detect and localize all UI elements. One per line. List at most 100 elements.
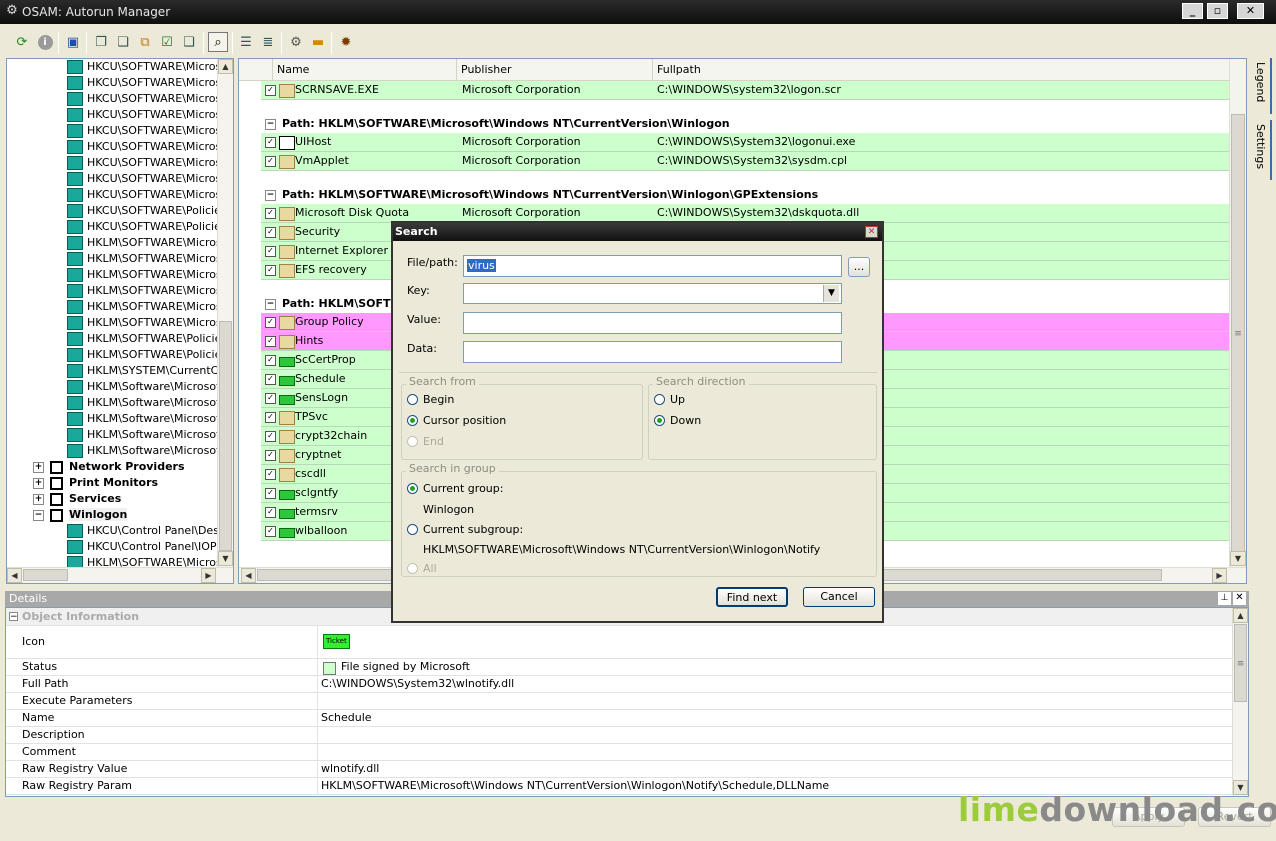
scroll-up-button[interactable]: ▲	[1233, 608, 1248, 623]
radio-all[interactable]	[407, 563, 418, 574]
tree-item[interactable]: HKCU\SOFTWARE\Microso	[7, 171, 228, 187]
tree-item[interactable]: HKLM\SOFTWARE\Microso	[7, 283, 228, 299]
tree-item[interactable]: HKCU\SOFTWARE\Microso	[7, 91, 228, 107]
tree-item[interactable]: HKCU\SOFTWARE\Microso	[7, 139, 228, 155]
maximize-button[interactable]: ▫	[1207, 3, 1228, 19]
checkbox-checked[interactable]: ✓	[265, 246, 276, 257]
key-combobox[interactable]: ▼	[463, 283, 842, 304]
radio-current-group[interactable]	[407, 483, 418, 494]
tree-vscrollbar[interactable]: ▲ ▼	[217, 59, 233, 567]
radio-end[interactable]	[407, 436, 418, 447]
search-icon[interactable]: ⌕	[208, 32, 228, 52]
checkbox-checked[interactable]: ✓	[265, 227, 276, 238]
tree-item[interactable]: HKCU\SOFTWARE\Microso	[7, 75, 228, 91]
grid-row[interactable]: ✓ VmApplet Microsoft Corporation C:\WINDOWS…	[261, 152, 1230, 171]
column-publisher[interactable]: Publisher	[457, 59, 653, 80]
checkbox-checked[interactable]: ✓	[265, 336, 276, 347]
tree-hscrollbar[interactable]: ◀ ▶	[7, 567, 233, 583]
tree-item[interactable]: HKLM\SOFTWARE\Policies\	[7, 347, 231, 363]
details-row[interactable]: Status File signed by Microsoft	[6, 659, 1232, 676]
tree-item[interactable]: HKCU\SOFTWARE\Policies'	[7, 203, 230, 219]
tree-item[interactable]: HKLM\SOFTWARE\Microso	[7, 299, 228, 315]
checkbox-checked[interactable]: ✓	[265, 450, 276, 461]
tree-item[interactable]: HKLM\Software\Microsoft\	[7, 427, 228, 443]
tab-settings[interactable]: Settings	[1250, 120, 1272, 180]
pin-icon[interactable]: ⊥	[1218, 592, 1231, 605]
tree-item[interactable]: HKCU\SOFTWARE\Policies'	[7, 219, 230, 235]
gear-icon[interactable]: ✹	[336, 32, 356, 52]
tree-item[interactable]: HKLM\SYSTEM\CurrentCor	[7, 363, 230, 379]
save-icon[interactable]: ▣	[63, 32, 83, 52]
tree-item[interactable]: HKLM\Software\Microsoft\	[7, 395, 228, 411]
checkbox-checked[interactable]: ✓	[265, 507, 276, 518]
radio-down[interactable]	[654, 415, 665, 426]
data-input[interactable]	[463, 341, 842, 363]
grid-row[interactable]: ✓ SCRNSAVE.EXE Microsoft Corporation C:\WIN…	[261, 81, 1230, 100]
collapse-icon[interactable]: −	[265, 119, 276, 130]
tree-item[interactable]: HKLM\Software\Microsoft\	[7, 379, 228, 395]
tree-item[interactable]: HKCU\SOFTWARE\Microso	[7, 123, 228, 139]
tree-group[interactable]: + Print Monitors	[7, 475, 217, 491]
checkbox-checked[interactable]: ✓	[265, 393, 276, 404]
check-icon[interactable]: ☑	[157, 32, 177, 52]
minimize-button[interactable]: _	[1182, 3, 1203, 19]
checkbox-checked[interactable]: ✓	[265, 374, 276, 385]
expand-icon[interactable]: +	[33, 493, 44, 505]
group-path-header[interactable]: − Path: HKLM\SOFTWARE\Microsoft\Windows N…	[261, 185, 1230, 205]
checkbox-checked[interactable]: ✓	[265, 431, 276, 442]
file-path-input[interactable]: virus	[463, 255, 842, 277]
checkbox-checked[interactable]: ✓	[265, 412, 276, 423]
checkbox-checked[interactable]: ✓	[265, 208, 276, 219]
chevron-down-icon[interactable]: ▼	[823, 285, 839, 302]
checkbox-checked[interactable]: ✓	[265, 265, 276, 276]
details-row[interactable]: Full Path C:\WINDOWS\System32\wlnotify.dl…	[6, 676, 1232, 693]
radio-cursor-position[interactable]	[407, 415, 418, 426]
checkbox-checked[interactable]: ✓	[265, 85, 276, 96]
refresh-icon[interactable]: ⟳	[12, 32, 32, 52]
scroll-down-button[interactable]: ▼	[1230, 551, 1246, 566]
tree-item[interactable]: HKLM\SOFTWARE\Microso	[7, 315, 228, 331]
tree-item[interactable]: HKCU\SOFTWARE\Microso	[7, 107, 228, 123]
expand-icon[interactable]: +	[33, 477, 44, 489]
collapse-icon[interactable]: −	[265, 190, 276, 201]
list-icon[interactable]: ☰	[236, 32, 256, 52]
dialog-close-button[interactable]: ✕	[865, 226, 878, 238]
tree-item[interactable]: HKCU\Control Panel\Deskt	[7, 523, 230, 539]
tree-group[interactable]: + Network Providers	[7, 459, 217, 475]
column-fullpath[interactable]: Fullpath	[653, 59, 1229, 80]
grid-vscrollbar[interactable]: ≡ ▼	[1229, 59, 1246, 567]
scroll-left-button[interactable]: ◀	[241, 568, 256, 583]
collapse-icon[interactable]: −	[265, 299, 276, 310]
details-row[interactable]: Raw Registry Value wlnotify.dll	[6, 761, 1232, 778]
scroll-down-button[interactable]: ▼	[218, 551, 233, 566]
grid-row[interactable]: ✓ UIHost Microsoft Corporation C:\WINDOWS\S…	[261, 133, 1230, 152]
details-vscrollbar[interactable]: ▲ ≡ ▼	[1232, 608, 1248, 796]
checkbox-checked[interactable]: ✓	[265, 526, 276, 537]
browse-button[interactable]: ...	[848, 257, 870, 277]
details-row[interactable]: Execute Parameters	[6, 693, 1232, 710]
checkbox-checked[interactable]: ✓	[265, 469, 276, 480]
copy-icon[interactable]: ❐	[91, 32, 111, 52]
find-next-button[interactable]: Find next	[716, 587, 788, 607]
list2-icon[interactable]: ≣	[258, 32, 278, 52]
scroll-thumb[interactable]: ≡	[1234, 624, 1247, 702]
tree-group[interactable]: + Services	[7, 491, 217, 507]
scroll-thumb[interactable]	[23, 569, 68, 581]
checkbox-checked[interactable]: ✓	[265, 488, 276, 499]
collapse-icon[interactable]: −	[33, 509, 44, 521]
close-icon[interactable]: ✕	[1233, 592, 1246, 605]
tree-item[interactable]: HKLM\Software\Microsoft\	[7, 411, 228, 427]
tree-item[interactable]: HKLM\SOFTWARE\Microso	[7, 235, 228, 251]
info-icon[interactable]: i	[37, 34, 53, 50]
tab-legend[interactable]: Legend	[1250, 58, 1272, 114]
tree-item[interactable]: HKCU\SOFTWARE\Microso	[7, 59, 228, 75]
tree-group[interactable]: − Winlogon	[7, 507, 217, 523]
details-row[interactable]: Comment	[6, 744, 1232, 761]
tree-item[interactable]: HKLM\SOFTWARE\Microso	[7, 267, 228, 283]
details-row[interactable]: Description	[6, 727, 1232, 744]
expand-icon[interactable]: +	[33, 461, 44, 473]
tree-icon[interactable]: ⧉	[135, 32, 155, 52]
checkbox-checked[interactable]: ✓	[265, 156, 276, 167]
tree-item[interactable]: HKCU\SOFTWARE\Microso	[7, 155, 228, 171]
radio-up[interactable]	[654, 394, 665, 405]
